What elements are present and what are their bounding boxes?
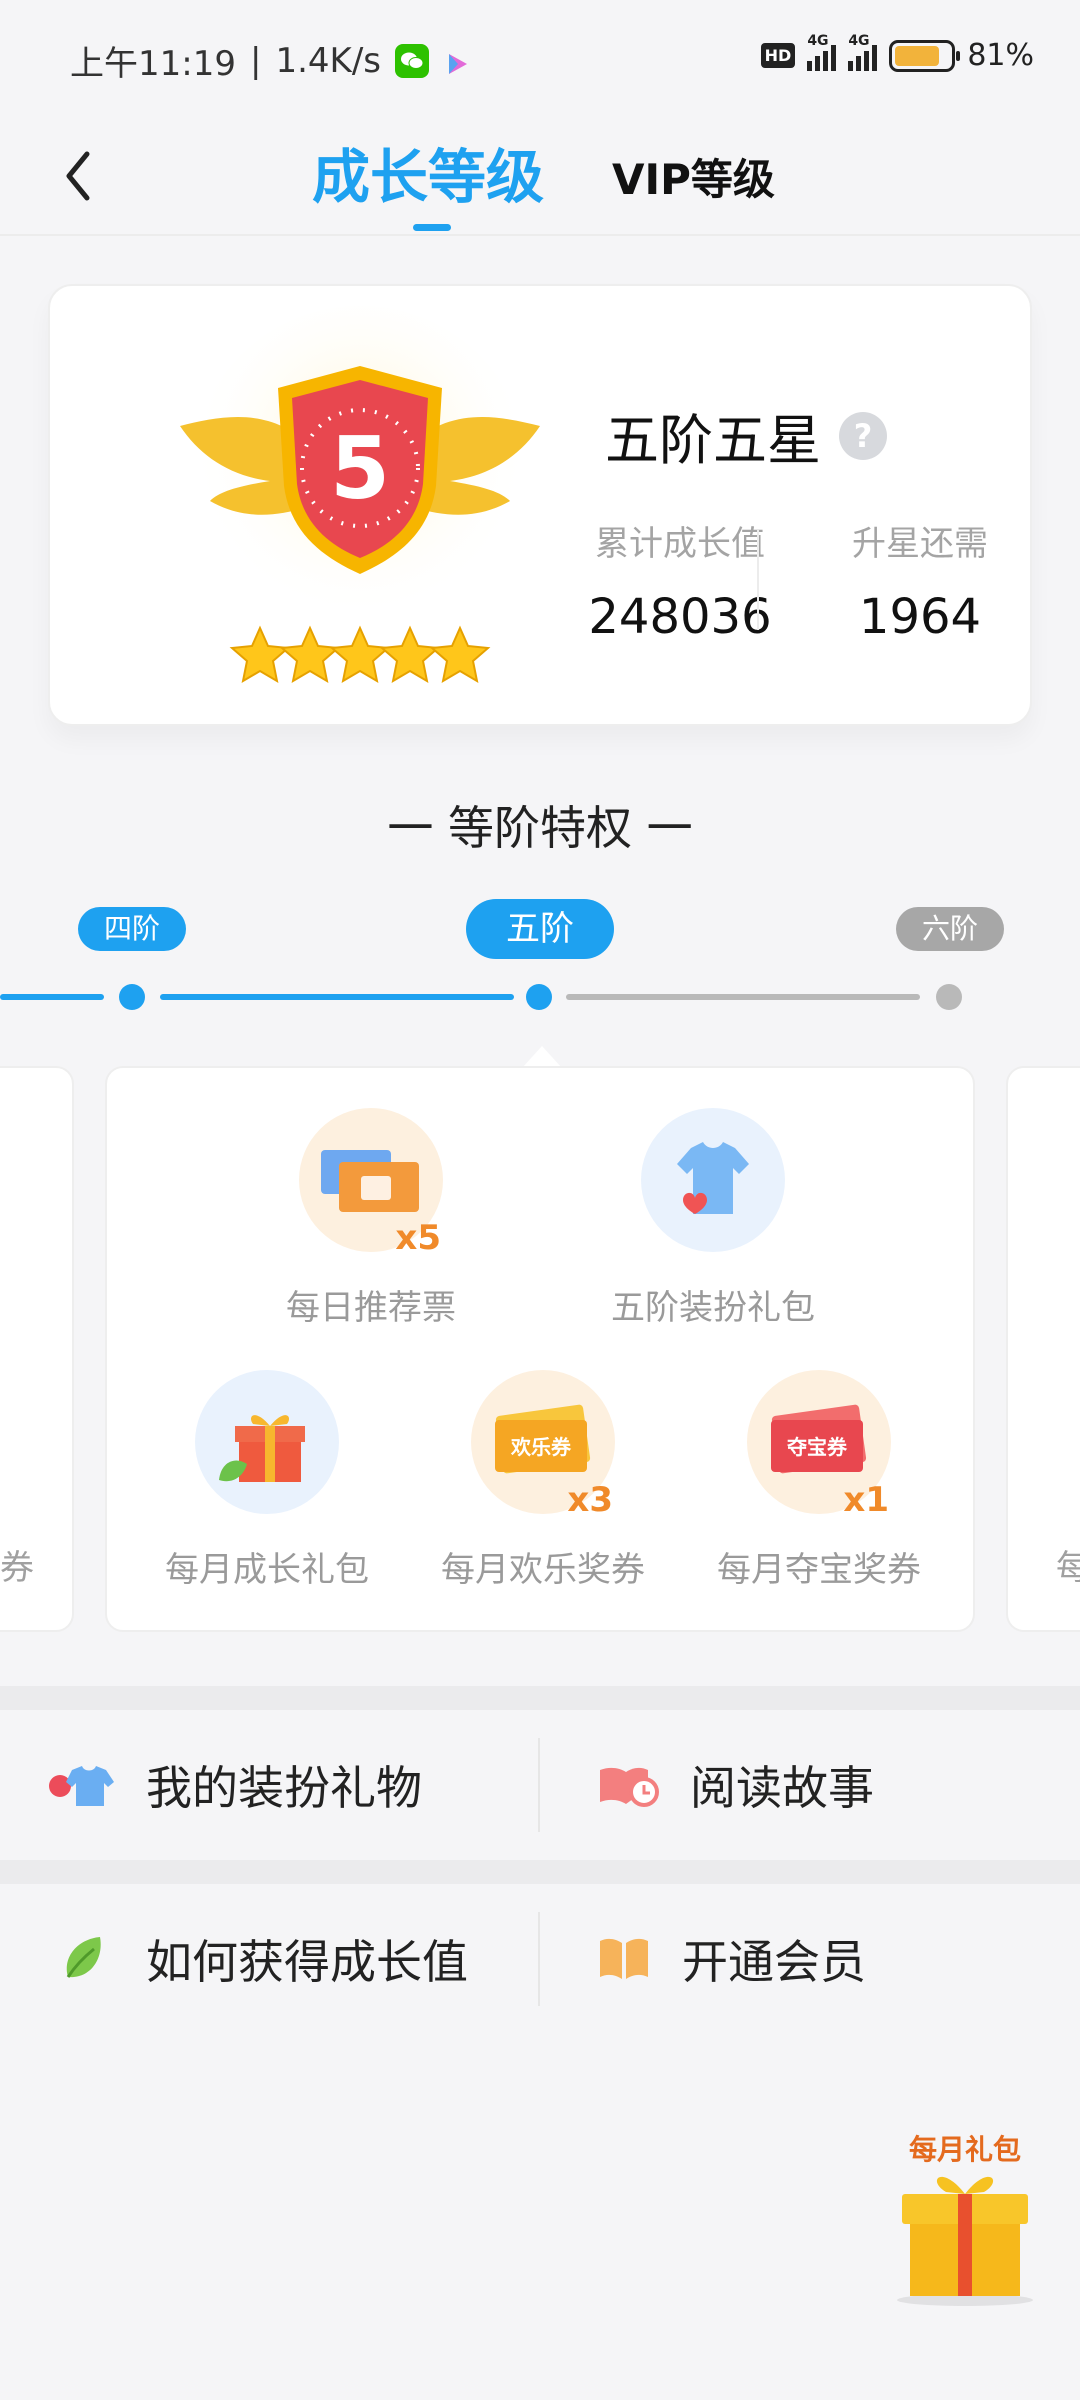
progress-line (0, 994, 104, 1000)
tab-growth-level[interactable]: 成长等级 (312, 130, 544, 214)
monthly-gift-float-button[interactable]: 每月礼包 (890, 2128, 1040, 2308)
back-button[interactable] (48, 136, 108, 216)
star-up-label: 升星还需 (852, 524, 988, 564)
tier-4-dot (119, 984, 145, 1010)
privilege-label: 每月夺宝奖券 (717, 1550, 921, 1590)
svg-text:夺宝券: 夺宝券 (786, 1435, 848, 1459)
shield-wings-icon: 5 (180, 306, 540, 683)
star-up-value: 1964 (858, 589, 982, 645)
menu-label: 阅读故事 (690, 1761, 874, 1815)
privilege-monthly-growth-pack[interactable]: 每月成长礼包 (137, 1370, 397, 1591)
treasure-ticket-icon: 夺宝券 x1 (747, 1370, 891, 1520)
how-to-get-growth-button[interactable]: 如何获得成长值 (56, 1884, 468, 2034)
privilege-label: 每月成长礼包 (165, 1550, 369, 1590)
tab-indicator (413, 224, 451, 231)
recommend-ticket-icon: x5 (299, 1108, 443, 1258)
tier-6-pill[interactable]: 六阶 (896, 907, 1004, 951)
next-card-text: 每 (1056, 1548, 1080, 1588)
tab-vip-level[interactable]: VIP等级 (612, 146, 775, 207)
multiplier-badge: x1 (843, 1480, 889, 1520)
play-store-icon (443, 47, 471, 75)
svg-text:欢乐券: 欢乐券 (510, 1435, 572, 1459)
status-time: 上午11:19 (70, 44, 236, 84)
status-bar: 上午11:19 | 1.4K/s HD 4G 4G 81% (0, 0, 1080, 120)
my-dress-gifts-button[interactable]: 我的装扮礼物 (46, 1710, 422, 1860)
level-name-text: 五阶五星 (605, 409, 821, 472)
gift-box-icon (897, 2176, 1033, 2306)
tier-4-pill[interactable]: 四阶 (78, 907, 186, 951)
level-card: 5 五阶五星 ? 累计成长值 248036 升星还需 1964 (48, 284, 1032, 726)
menu-divider (538, 1738, 540, 1832)
card-pointer (522, 1046, 562, 1068)
privilege-daily-ticket[interactable]: x5 每日推荐票 (241, 1108, 501, 1329)
joy-ticket-icon: 欢乐券 x3 (471, 1370, 615, 1520)
status-right: HD 4G 4G 81% (760, 33, 1034, 73)
menu-row-1: 我的装扮礼物 阅读故事 (0, 1710, 1080, 1860)
wechat-icon (395, 43, 429, 78)
total-growth-stat: 累计成长值 248036 (540, 516, 820, 645)
battery-icon (889, 39, 961, 72)
privilege-label: 每月欢乐奖券 (441, 1550, 645, 1590)
multiplier-badge: x5 (395, 1218, 441, 1258)
section-gap (0, 1860, 1080, 1884)
read-story-button[interactable]: 阅读故事 (596, 1710, 874, 1860)
open-book-icon (600, 1938, 648, 1979)
section-gap (0, 1686, 1080, 1710)
svg-text:5: 5 (330, 419, 390, 519)
stat-divider (757, 530, 759, 630)
privilege-card-current: x5 每日推荐票 五阶装扮礼包 每月成长礼包 欢乐券 x3 每月欢乐奖券 夺宝券… (105, 1066, 975, 1632)
book-clock-icon (600, 1767, 659, 1807)
menu-label: 如何获得成长值 (146, 1935, 468, 1989)
signal-icon-2: 4G (848, 33, 878, 71)
signal-icon: 4G (807, 33, 837, 71)
privilege-label: 每日推荐票 (286, 1288, 456, 1328)
leaf-icon (66, 1937, 101, 1978)
chevron-left-icon (66, 151, 90, 201)
status-left: 上午11:19 | 1.4K/s (70, 36, 471, 85)
section-title: 一 等阶特权 一 (387, 801, 693, 855)
menu-divider (538, 1912, 540, 2006)
status-speed: 1.4K/s (275, 40, 381, 81)
privilege-dress-pack[interactable]: 五阶装扮礼包 (583, 1108, 843, 1329)
level-badge: 5 (160, 306, 560, 706)
tshirt-icon (49, 1766, 114, 1806)
total-growth-value: 248036 (588, 589, 772, 645)
privilege-monthly-treasure-ticket[interactable]: 夺宝券 x1 每月夺宝奖券 (689, 1370, 949, 1591)
progress-line-inactive (566, 994, 920, 1000)
privilege-label: 五阶装扮礼包 (611, 1288, 815, 1328)
menu-row-2: 如何获得成长值 开通会员 (0, 1884, 1080, 2034)
hd-badge: HD (760, 43, 796, 68)
tier-5-dot (526, 984, 552, 1010)
tier-5-pill[interactable]: 五阶 (466, 899, 614, 959)
star-up-stat: 升星还需 1964 (790, 516, 1050, 645)
progress-line (160, 994, 514, 1000)
total-growth-label: 累计成长值 (595, 524, 765, 564)
help-icon[interactable]: ? (839, 411, 887, 460)
privilege-monthly-joy-ticket[interactable]: 欢乐券 x3 每月欢乐奖券 (413, 1370, 673, 1591)
multiplier-badge: x3 (567, 1480, 613, 1520)
level-name: 五阶五星 ? (605, 396, 887, 475)
battery-percent: 81% (967, 38, 1034, 73)
menu-label: 我的装扮礼物 (146, 1761, 422, 1815)
prev-card-text: 券 (0, 1548, 34, 1588)
gift-box-icon (195, 1370, 339, 1514)
menu-label: 开通会员 (682, 1935, 866, 1989)
tier-6-dot (936, 984, 962, 1010)
tshirt-icon (641, 1108, 785, 1252)
open-membership-button[interactable]: 开通会员 (596, 1884, 866, 2034)
page-header: 成长等级 VIP等级 (0, 120, 1080, 236)
status-divider: | (249, 40, 262, 81)
